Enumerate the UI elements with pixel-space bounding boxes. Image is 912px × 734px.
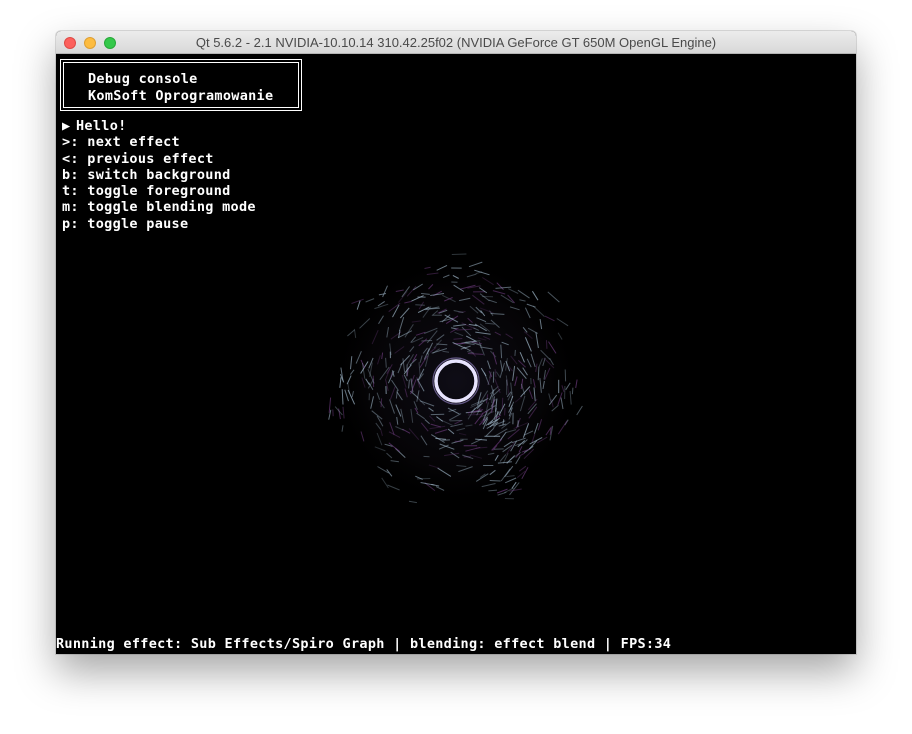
spiro-stroke — [491, 396, 493, 404]
spiro-stroke — [380, 398, 383, 408]
menu-item-switch-background: b: switch background — [62, 166, 231, 183]
spiro-graph-visual — [328, 253, 583, 507]
menu-item-hello: ▶ Hello! — [62, 118, 256, 134]
spiro-stroke — [489, 480, 501, 482]
title-bar[interactable]: Qt 5.6.2 - 2.1 NVIDIA-10.10.14 310.42.25… — [56, 31, 856, 54]
spiro-stroke — [537, 366, 540, 381]
window-title: Qt 5.6.2 - 2.1 NVIDIA-10.10.14 310.42.25… — [195, 35, 717, 50]
key-help-list: ▶ Hello! >: next effect <: previous effec… — [62, 118, 256, 232]
spiro-stroke — [451, 253, 467, 255]
render-canvas[interactable]: Debug console KomSoft Oprogramowanie ▶ He… — [56, 54, 856, 654]
spiro-stroke — [514, 349, 516, 356]
spiro-stroke — [453, 338, 463, 340]
app-window: Qt 5.6.2 - 2.1 NVIDIA-10.10.14 310.42.25… — [56, 31, 856, 654]
menu-item-next-effect: >: next effect — [62, 134, 180, 151]
menu-item-label: Hello! — [76, 118, 127, 134]
menu-item-previous-effect: <: previous effect — [62, 150, 214, 167]
console-subtitle: KomSoft Oprogramowanie — [88, 88, 274, 104]
spiro-stroke — [456, 328, 472, 331]
menu-item-toggle-blending: m: toggle blending mode — [62, 199, 256, 216]
spiro-stroke — [408, 500, 417, 504]
debug-console-box: Debug console KomSoft Oprogramowanie — [60, 59, 302, 111]
spiro-stroke — [436, 343, 448, 346]
menu-item-toggle-pause: p: toggle pause — [62, 215, 189, 232]
spiro-stroke — [571, 387, 574, 395]
triangle-right-icon: ▶ — [62, 118, 71, 134]
spiro-stroke — [385, 357, 387, 368]
menu-item-toggle-foreground: t: toggle foreground — [62, 183, 231, 200]
spiro-stroke — [415, 304, 425, 306]
spiro-stroke — [421, 340, 433, 342]
status-bar: Running effect: Sub Effects/Spiro Graph … — [56, 636, 672, 652]
console-title: Debug console — [88, 71, 198, 87]
